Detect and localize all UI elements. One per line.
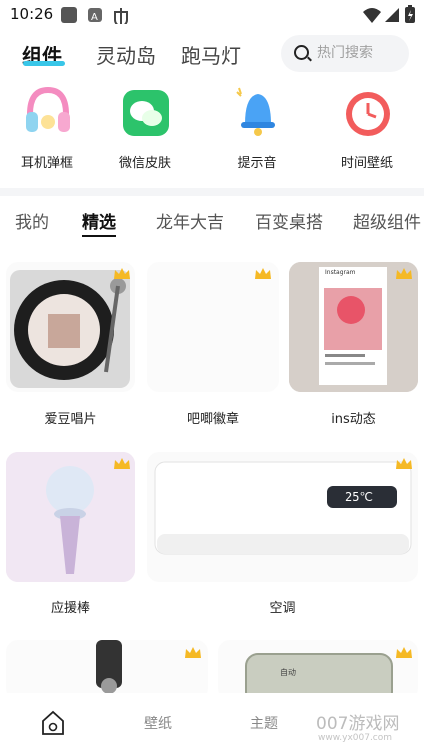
bug-icon — [114, 8, 128, 24]
crown-icon — [185, 647, 201, 658]
bell-icon — [236, 87, 275, 136]
widget-card-strap[interactable] — [6, 640, 208, 700]
status-time: 10:26 — [10, 5, 54, 23]
category-tab-dragon-year[interactable]: 龙年大吉 — [156, 208, 224, 233]
search-input[interactable] — [317, 43, 403, 63]
widget-card-air-conditioner[interactable]: 25℃ — [147, 452, 418, 582]
widget-card-ins-post[interactable]: Instagram — [289, 262, 418, 392]
widget-card-badge[interactable] — [147, 262, 279, 392]
feature-label: 微信皮肤 — [118, 156, 171, 171]
turntable-preview — [10, 270, 130, 388]
notification-square-icon — [61, 7, 77, 23]
nav-theme[interactable]: 主题 — [250, 713, 278, 733]
active-tab-indicator — [23, 61, 65, 66]
site-watermark: 007游戏网 www.yx007.com — [316, 703, 422, 751]
clock-icon — [346, 92, 390, 136]
section-divider — [0, 188, 424, 196]
crown-icon — [396, 458, 412, 469]
battery-icon — [405, 5, 415, 23]
card-label: 爱豆唱片 — [44, 412, 97, 427]
headphones-icon — [26, 86, 70, 132]
lightstick-preview — [6, 452, 135, 582]
nav-wallpaper[interactable]: 壁纸 — [144, 713, 172, 733]
category-tab-mine[interactable]: 我的 — [15, 208, 49, 233]
lcd-mode-label: 自动 — [280, 668, 296, 677]
app-a-icon: A — [88, 8, 102, 23]
watermark-url: www.yx007.com — [318, 733, 393, 743]
category-tab-desk-setup[interactable]: 百变桌搭 — [255, 208, 323, 233]
card-label: 应援棒 — [50, 601, 90, 616]
feature-notification-sound[interactable]: 提示音 — [212, 82, 302, 174]
feature-time-wallpaper[interactable]: 时间壁纸 — [322, 82, 412, 174]
card-label: 空调 — [269, 601, 296, 616]
crown-icon — [255, 268, 271, 279]
feature-label: 耳机弹框 — [20, 156, 73, 171]
crown-icon — [396, 647, 412, 658]
card-label: ins动态 — [331, 412, 376, 427]
watermark-text: 007游戏网 — [316, 714, 400, 734]
feature-wechat-skin[interactable]: 微信皮肤 — [100, 82, 190, 174]
card-label: 吧唧徽章 — [186, 412, 239, 427]
status-bar: 10:26 A — [0, 0, 424, 30]
ins-post-header: Instagram — [325, 269, 356, 276]
category-tab-super-widgets[interactable]: 超级组件 — [353, 208, 421, 233]
home-icon[interactable] — [40, 709, 66, 737]
widget-card-lightstick[interactable] — [6, 452, 135, 582]
ac-temperature-display: 25℃ — [345, 490, 373, 504]
strap-preview — [96, 640, 122, 694]
feature-label: 时间壁纸 — [340, 156, 393, 171]
tab-marquee[interactable]: 跑马灯 — [181, 40, 241, 69]
wifi-icon — [363, 8, 381, 23]
search-bar[interactable] — [281, 35, 409, 72]
lcd-preview — [245, 653, 393, 700]
crown-icon — [114, 458, 130, 469]
category-active-indicator — [82, 235, 116, 237]
signal-icon — [385, 8, 399, 22]
feature-label: 提示音 — [237, 156, 277, 171]
crown-icon — [396, 268, 412, 279]
widget-card-idol-record[interactable] — [6, 262, 135, 392]
search-icon — [294, 45, 309, 60]
widget-card-lcd-clock[interactable]: 自动 — [218, 640, 418, 700]
svg-text:A: A — [91, 12, 98, 23]
tab-dynamic-island[interactable]: 灵动岛 — [96, 40, 156, 69]
category-tab-featured[interactable]: 精选 — [82, 208, 116, 233]
crown-icon — [114, 268, 130, 279]
feature-headphones-popup[interactable]: 耳机弹框 — [2, 82, 92, 174]
wechat-icon — [123, 90, 169, 136]
ins-post-preview — [289, 262, 418, 392]
air-conditioner-preview — [154, 461, 412, 555]
